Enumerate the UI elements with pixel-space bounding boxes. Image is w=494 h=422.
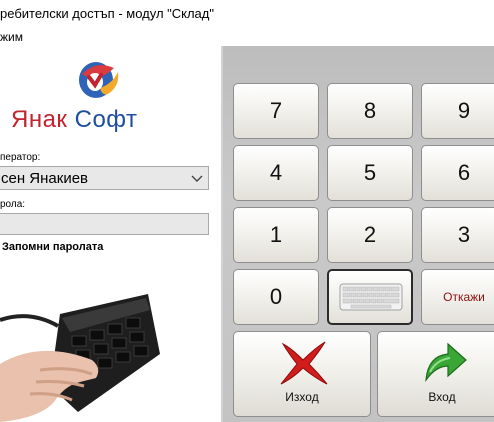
menu-bar: жим [0, 28, 494, 47]
logo-text: Янак Софт [11, 106, 138, 134]
keyboard-icon [339, 283, 403, 311]
key-4-label: 4 [269, 160, 283, 185]
operator-value: сен Янакиев [1, 170, 89, 187]
enter-label: Вход [428, 390, 456, 404]
key-5-label: 5 [363, 160, 377, 185]
key-6-label: 6 [457, 160, 471, 185]
key-8-label: 8 [363, 98, 377, 123]
key-3[interactable]: 3 [421, 207, 494, 263]
exit-label: Изход [285, 390, 319, 404]
enter-button[interactable]: Вход [377, 331, 494, 417]
key-1-label: 1 [269, 222, 283, 247]
exit-button[interactable]: Изход [233, 331, 371, 417]
logo-text-part2: Софт [74, 106, 138, 133]
operator-label: ператор: [0, 152, 41, 163]
password-field[interactable] [0, 213, 209, 235]
key-2-label: 2 [363, 222, 377, 247]
password-label: рола: [0, 199, 26, 210]
remember-password-checkbox[interactable]: Запомни паролата [2, 241, 103, 253]
key-0-label: 0 [269, 284, 283, 309]
red-x-icon [280, 341, 328, 385]
keyboard-button[interactable] [327, 269, 413, 325]
key-9-label: 9 [457, 98, 471, 123]
key-4[interactable]: 4 [233, 145, 319, 201]
key-5[interactable]: 5 [327, 145, 413, 201]
key-7-label: 7 [269, 98, 283, 123]
key-6[interactable]: 6 [421, 145, 494, 201]
cancel-button[interactable]: Откажи [421, 269, 494, 325]
key-0[interactable]: 0 [233, 269, 319, 325]
key-9[interactable]: 9 [421, 83, 494, 139]
green-arrow-icon [425, 342, 467, 383]
key-3-label: 3 [457, 222, 471, 247]
window-title: ребителски достъп - модул "Склад" [0, 6, 214, 21]
key-1[interactable]: 1 [233, 207, 319, 263]
key-2[interactable]: 2 [327, 207, 413, 263]
menu-item-mode[interactable]: жим [0, 28, 23, 46]
keypad-photo [0, 294, 160, 422]
login-form: ператор: сен Янакиев рола: Запомни парол… [0, 146, 221, 422]
logo-emblem-icon [79, 62, 119, 98]
logo-text-part1: Янак [11, 106, 68, 133]
key-7[interactable]: 7 [233, 83, 319, 139]
operator-select[interactable]: сен Янакиев [0, 166, 209, 190]
chevron-down-icon [191, 175, 203, 182]
key-8[interactable]: 8 [327, 83, 413, 139]
logo: Янак Софт [0, 46, 221, 146]
keypad-panel: 7 8 9 4 5 6 1 2 3 0 Откажи Изход Вход [223, 46, 494, 422]
cancel-label: Откажи [443, 290, 485, 304]
title-bar: ребителски достъп - модул "Склад" [0, 0, 494, 28]
left-panel: Янак Софт ператор: сен Янакиев рола: Зап… [0, 46, 221, 422]
